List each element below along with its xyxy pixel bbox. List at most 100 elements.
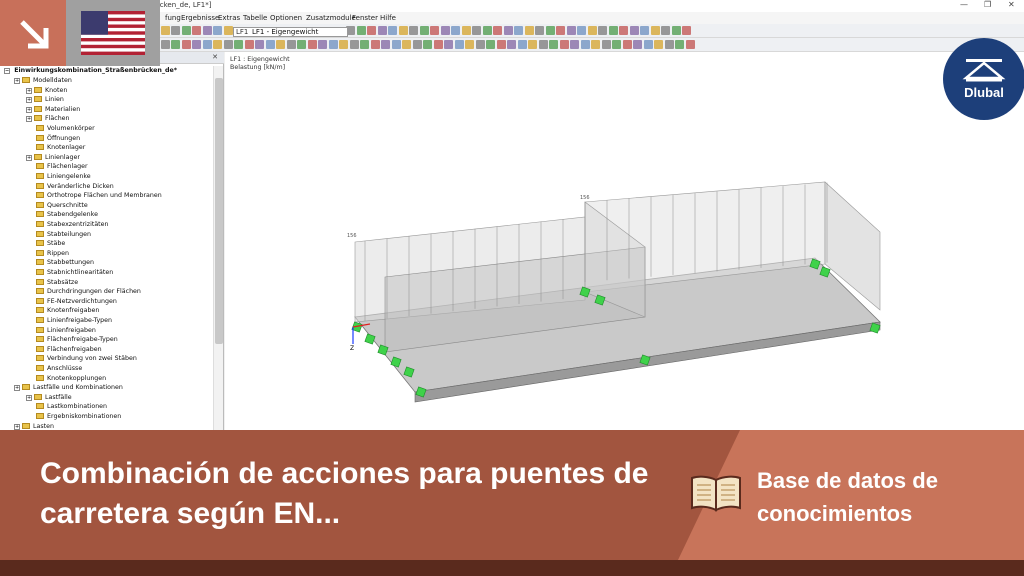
toolbar-button-icon[interactable] bbox=[265, 40, 275, 49]
menu-item-berechnung[interactable]: fung bbox=[165, 14, 181, 22]
toolbar-button-icon[interactable] bbox=[381, 40, 390, 49]
toolbar-button-icon[interactable] bbox=[682, 26, 691, 35]
tree-item[interactable]: Veränderliche Dicken bbox=[26, 182, 114, 192]
toolbar-button-icon[interactable] bbox=[640, 26, 649, 35]
toolbar-button-icon[interactable] bbox=[367, 26, 376, 35]
tree-item[interactable]: Stabnichtlinearitäten bbox=[26, 268, 113, 278]
toolbar-button-icon[interactable] bbox=[192, 40, 201, 49]
toolbar-button-icon[interactable] bbox=[580, 40, 590, 49]
toolbar-button-icon[interactable] bbox=[244, 40, 254, 49]
toolbar-button-icon[interactable] bbox=[440, 26, 450, 35]
toolbar-button-icon[interactable] bbox=[160, 40, 170, 49]
expand-icon[interactable]: + bbox=[26, 154, 32, 161]
toolbar-button-icon[interactable] bbox=[286, 40, 296, 49]
tree-item[interactable]: Öffnungen bbox=[26, 134, 80, 144]
toolbar-button-icon[interactable] bbox=[444, 40, 453, 49]
toolbar-button-icon[interactable] bbox=[223, 40, 233, 49]
maximize-icon[interactable]: ❐ bbox=[984, 0, 991, 9]
toolbar-button-icon[interactable] bbox=[528, 40, 537, 49]
toolbar-button-icon[interactable] bbox=[213, 40, 222, 49]
tree-item[interactable]: Lastkombinationen bbox=[26, 402, 107, 412]
toolbar-button-icon[interactable] bbox=[412, 40, 422, 49]
toolbar-button-icon[interactable] bbox=[650, 26, 660, 35]
toolbar-button-icon[interactable] bbox=[276, 40, 285, 49]
toolbar-button-icon[interactable] bbox=[423, 40, 432, 49]
toolbar-button-icon[interactable] bbox=[388, 26, 397, 35]
tree-item[interactable]: Rippen bbox=[26, 249, 69, 259]
toolbar-button-icon[interactable] bbox=[486, 40, 495, 49]
toolbar-button-icon[interactable] bbox=[430, 26, 439, 35]
toolbar-button-icon[interactable] bbox=[360, 40, 369, 49]
toolbar-button-icon[interactable] bbox=[556, 26, 565, 35]
toolbar-button-icon[interactable] bbox=[472, 26, 481, 35]
toolbar-button-icon[interactable] bbox=[619, 26, 628, 35]
toolbar-button-icon[interactable] bbox=[517, 40, 527, 49]
toolbar-button-icon[interactable] bbox=[297, 40, 306, 49]
toolbar-button-icon[interactable] bbox=[192, 26, 201, 35]
toolbar-button-icon[interactable] bbox=[475, 40, 485, 49]
toolbar-button-icon[interactable] bbox=[409, 26, 418, 35]
menu-item-extras[interactable]: Extras bbox=[218, 14, 240, 22]
toolbar-button-icon[interactable] bbox=[307, 40, 317, 49]
tree-item[interactable]: Verbindung von zwei Stäben bbox=[26, 354, 137, 364]
tree-item[interactable]: + Knoten bbox=[26, 86, 67, 96]
toolbar-button-icon[interactable] bbox=[570, 40, 579, 49]
toolbar-button-icon[interactable] bbox=[493, 26, 502, 35]
toolbar-button-icon[interactable] bbox=[545, 26, 555, 35]
menu-item-fenster[interactable]: Fenster bbox=[352, 14, 378, 22]
navigator-close-icon[interactable]: ✕ bbox=[212, 53, 218, 61]
menu-item-ergebnisse[interactable]: Ergebnisse bbox=[181, 14, 219, 22]
toolbar-button-icon[interactable] bbox=[503, 26, 513, 35]
menu-item-zusatzmodule[interactable]: Zusatzmodule bbox=[306, 14, 356, 22]
tree-item[interactable]: Durchdringungen der Flächen bbox=[26, 287, 141, 297]
tree-item[interactable]: + Materialien bbox=[26, 105, 80, 115]
toolbar-button-icon[interactable] bbox=[451, 26, 460, 35]
toolbar-button-icon[interactable] bbox=[643, 40, 653, 49]
toolbar-button-icon[interactable] bbox=[181, 40, 191, 49]
toolbar-button-icon[interactable] bbox=[514, 26, 523, 35]
toolbar-button-icon[interactable] bbox=[171, 40, 180, 49]
model-view[interactable]: LF1 : Eigengewicht Belastung [kN/m] Z 15… bbox=[225, 52, 1024, 430]
toolbar-button-icon[interactable] bbox=[454, 40, 464, 49]
toolbar-button-icon[interactable] bbox=[398, 26, 408, 35]
tree-item[interactable]: Knotenfreigaben bbox=[26, 306, 99, 316]
tree-item[interactable]: Volumenkörper bbox=[26, 124, 95, 134]
tree-item[interactable]: + Lastfälle und Kombinationen bbox=[14, 383, 123, 393]
toolbar-button-icon[interactable] bbox=[433, 40, 443, 49]
tree-item[interactable]: + Linien bbox=[26, 95, 64, 105]
menu-item-tabelle[interactable]: Tabelle bbox=[243, 14, 267, 22]
tree-item[interactable]: Flächenfreigaben bbox=[26, 345, 102, 355]
toolbar-button-icon[interactable] bbox=[661, 26, 670, 35]
toolbar-button-icon[interactable] bbox=[255, 40, 264, 49]
expand-icon[interactable]: + bbox=[14, 423, 20, 430]
toolbar-button-icon[interactable] bbox=[328, 40, 338, 49]
collapse-icon[interactable]: − bbox=[4, 68, 10, 74]
tree-item[interactable]: Anschlüsse bbox=[26, 364, 82, 374]
toolbar-button-icon[interactable] bbox=[629, 26, 639, 35]
toolbar-button-icon[interactable] bbox=[671, 26, 681, 35]
tree-item[interactable]: Stabendgelenke bbox=[26, 210, 98, 220]
toolbar-button-icon[interactable] bbox=[591, 40, 600, 49]
toolbar-button-icon[interactable] bbox=[465, 40, 474, 49]
toolbar-button-icon[interactable] bbox=[608, 26, 618, 35]
tree-item[interactable]: Querschnitte bbox=[26, 201, 88, 211]
toolbar-button-icon[interactable] bbox=[622, 40, 632, 49]
toolbar-button-icon[interactable] bbox=[664, 40, 674, 49]
tree-item[interactable]: Flächenlager bbox=[26, 162, 88, 172]
load-case-select[interactable]: LF1 LF1 - Eigengewicht bbox=[233, 27, 348, 37]
expand-icon[interactable]: + bbox=[26, 106, 32, 113]
expand-icon[interactable]: + bbox=[26, 87, 32, 94]
tree-item[interactable]: + Modelldaten bbox=[14, 76, 72, 86]
tree-item[interactable]: Liniengelenke bbox=[26, 172, 91, 182]
tree-item[interactable]: Stabteilungen bbox=[26, 230, 91, 240]
toolbar-button-icon[interactable] bbox=[524, 26, 534, 35]
tree-item[interactable]: Stabsätze bbox=[26, 278, 78, 288]
toolbar-button-icon[interactable] bbox=[202, 40, 212, 49]
tree-item[interactable]: Stäbe bbox=[26, 239, 65, 249]
toolbar-button-icon[interactable] bbox=[549, 40, 558, 49]
toolbar-button-icon[interactable] bbox=[349, 40, 359, 49]
tree-item[interactable]: Ergebniskombinationen bbox=[26, 412, 121, 422]
toolbar-button-icon[interactable] bbox=[538, 40, 548, 49]
toolbar-button-icon[interactable] bbox=[370, 40, 380, 49]
toolbar-button-icon[interactable] bbox=[675, 40, 684, 49]
